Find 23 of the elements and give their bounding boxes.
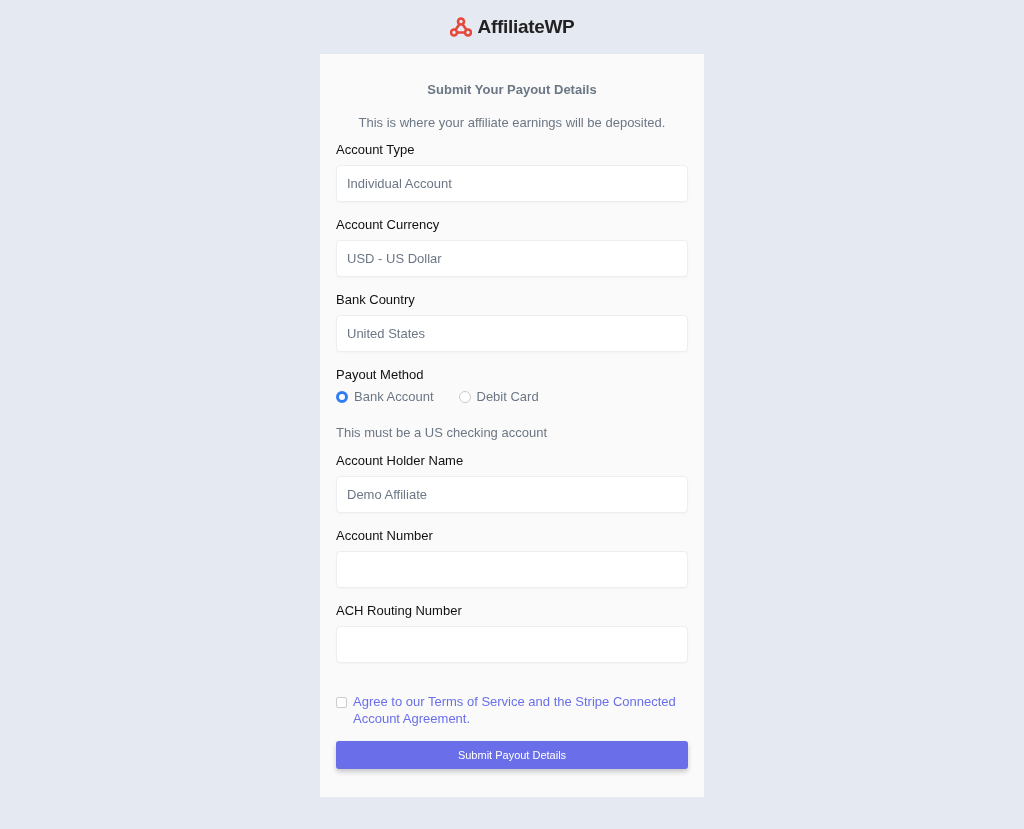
radio-button[interactable] [336,390,348,403]
form-subtitle: This is where your affiliate earnings will be deposited. [357,115,667,130]
checkbox[interactable] [336,697,347,708]
input-field[interactable]: Individual Account [336,165,688,202]
radio-label: Debit Card [476,389,539,404]
field-label: ACH Routing Number [336,603,463,619]
form-title: Submit Your Payout Details [426,82,598,97]
logo-text: AffiliateWP [477,16,575,38]
field-label: Payout Method [336,367,425,383]
field-label: Account Holder Name [336,453,465,469]
input-field[interactable]: USD - US Dollar [336,240,688,277]
radio-button[interactable] [458,390,471,403]
field-label: Account Type [336,142,416,158]
field-label: Account Number [336,528,434,544]
field-label: Account Currency [336,217,441,233]
agreement-link[interactable]: Agree to our Terms of Service and the Stripe Connected Account Agreement. [353,693,688,727]
field-label: Bank Country [336,292,416,308]
input-field[interactable]: United States [336,315,688,352]
input-field[interactable]: Demo Affiliate [336,476,688,513]
logo-icon [449,17,472,37]
help-text: This must be a US checking account [336,425,548,440]
submit-button[interactable]: Submit Payout Details [336,741,688,769]
radio-label: Bank Account [354,389,434,404]
